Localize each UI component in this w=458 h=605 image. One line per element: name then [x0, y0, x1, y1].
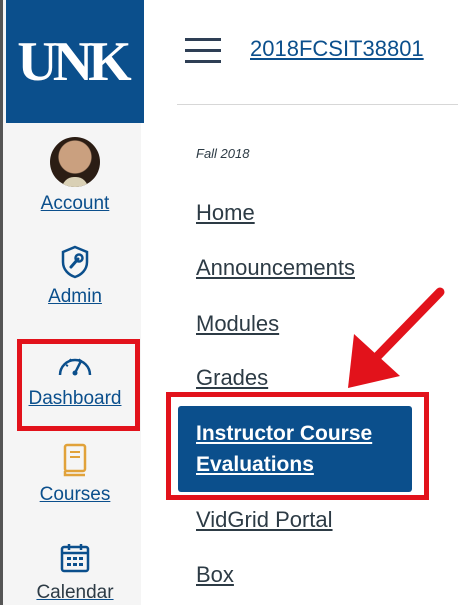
hamburger-menu-icon[interactable]	[185, 38, 221, 64]
course-nav-box[interactable]: Box	[196, 562, 234, 588]
evaluations-highlight-box	[166, 392, 429, 500]
shield-wrench-icon	[6, 244, 144, 280]
courses-label: Courses	[39, 484, 111, 505]
course-header: 2018FCSIT38801	[177, 0, 458, 105]
global-nav-courses[interactable]: Courses	[6, 442, 144, 506]
global-nav-account[interactable]: Account	[6, 137, 144, 215]
account-label: Account	[40, 193, 110, 214]
calendar-label: Calendar	[36, 582, 114, 603]
course-nav-vidgrid-portal[interactable]: VidGrid Portal	[196, 507, 333, 533]
term-label: Fall 2018	[196, 146, 250, 161]
dashboard-highlight-box	[17, 339, 140, 431]
red-arrow-icon	[348, 287, 445, 388]
global-nav: UNK Account Admin Dashboard Courses Cale…	[0, 0, 144, 605]
global-nav-admin[interactable]: Admin	[6, 244, 144, 308]
breadcrumb-course-code[interactable]: 2018FCSIT38801	[250, 36, 424, 62]
admin-label: Admin	[48, 286, 102, 307]
unk-logo[interactable]: UNK	[6, 0, 144, 123]
course-nav-home[interactable]: Home	[196, 200, 255, 226]
avatar	[50, 137, 100, 187]
logo-text: UNK	[17, 30, 131, 93]
book-icon	[6, 442, 144, 478]
calendar-icon	[6, 540, 144, 576]
course-nav-announcements[interactable]: Announcements	[196, 255, 355, 281]
course-nav-grades[interactable]: Grades	[196, 365, 268, 391]
course-nav-modules[interactable]: Modules	[196, 311, 279, 337]
global-nav-calendar[interactable]: Calendar	[6, 540, 144, 604]
